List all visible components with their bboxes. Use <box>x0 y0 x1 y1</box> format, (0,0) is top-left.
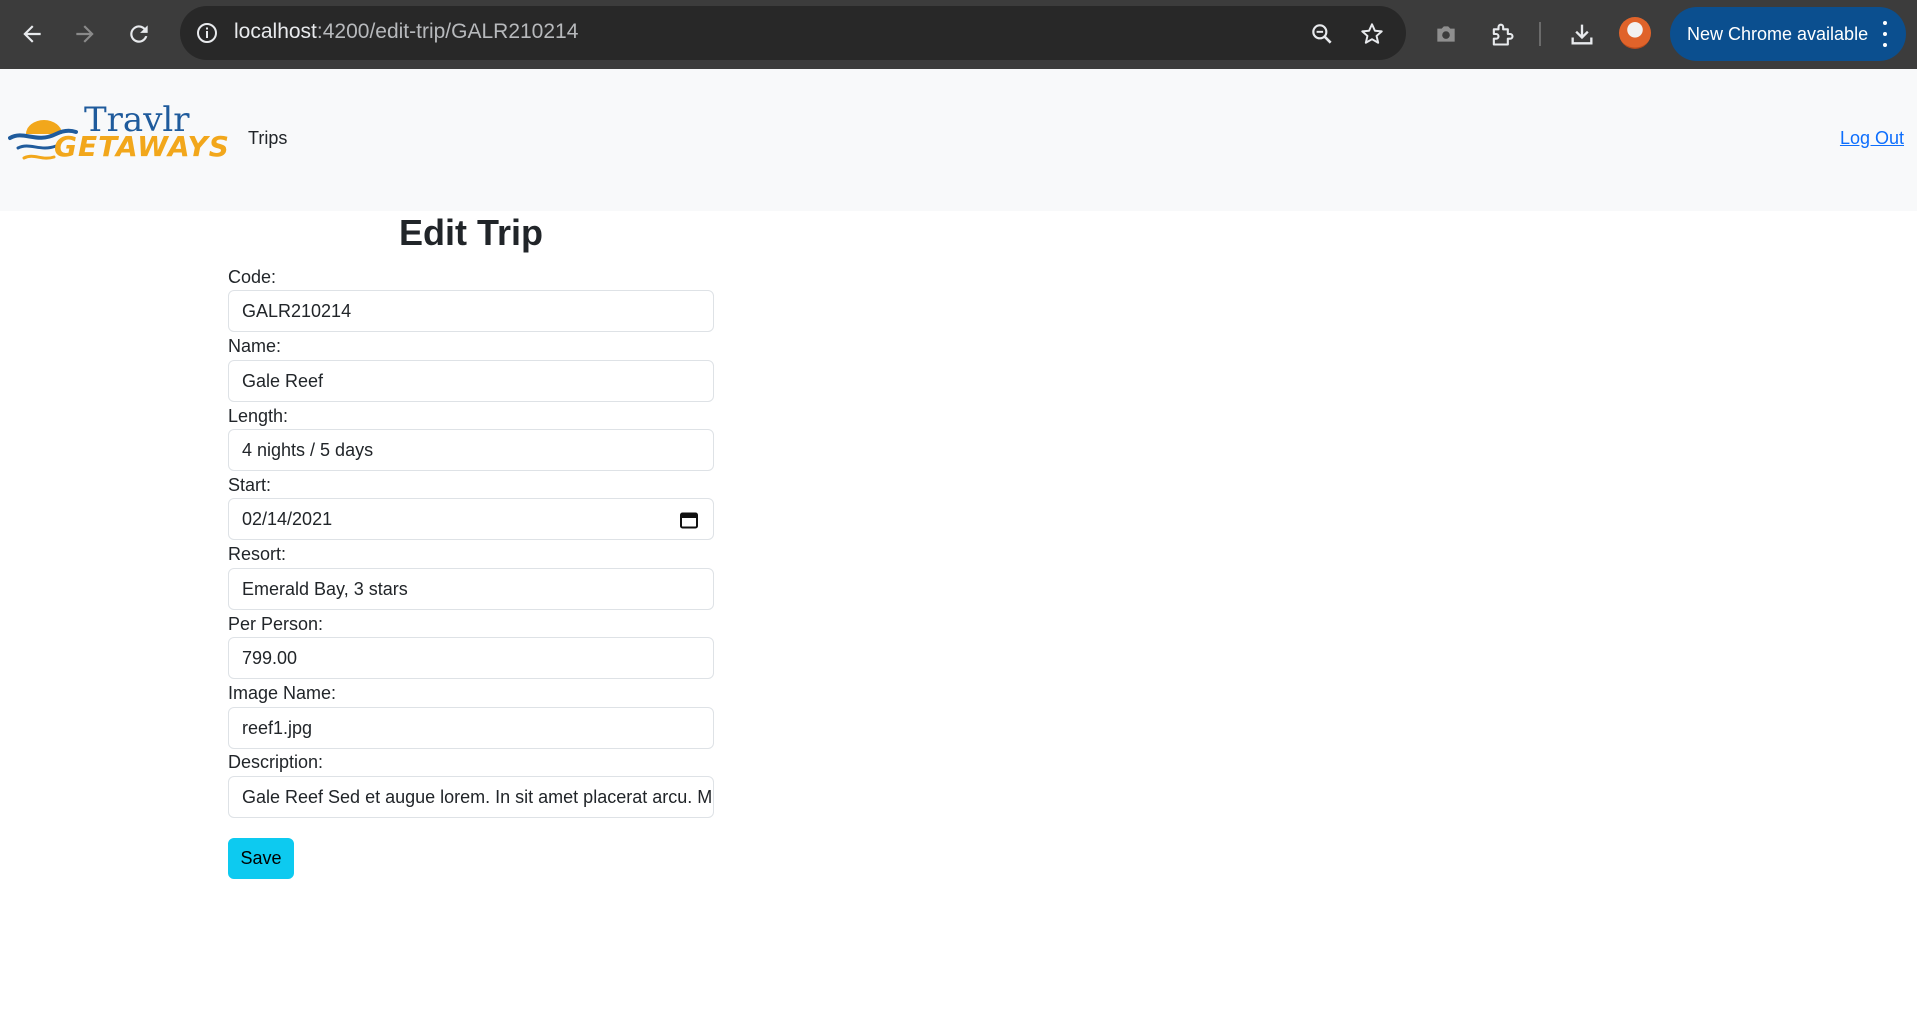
download-icon <box>1571 24 1593 45</box>
more-vert-icon[interactable] <box>1882 21 1888 47</box>
zoom-button[interactable] <box>1307 19 1337 49</box>
url-text[interactable]: localhost:4200/edit-trip/GALR210214 <box>234 20 578 44</box>
travlr-logo[interactable]: Travlr GETAWAYS <box>8 100 229 175</box>
per-person-value: 799.00 <box>242 647 298 668</box>
code-value: GALR210214 <box>242 300 352 321</box>
per-person-input[interactable]: 799.00 <box>228 637 714 679</box>
calendar-icon[interactable] <box>679 510 699 530</box>
description-value: Gale Reef Sed et augue lorem. In sit ame… <box>242 786 713 807</box>
star-icon <box>1361 23 1383 44</box>
chrome-update-button[interactable]: New Chrome available <box>1670 7 1906 61</box>
length-value: 4 nights / 5 days <box>242 439 374 460</box>
resort-label: Resort: <box>228 544 287 564</box>
site-info-button[interactable] <box>192 18 222 48</box>
description-input[interactable]: Gale Reef Sed et augue lorem. In sit ame… <box>228 776 714 818</box>
start-label: Start: <box>228 475 272 495</box>
profile-avatar[interactable] <box>1619 17 1651 49</box>
code-input[interactable]: GALR210214 <box>228 290 714 332</box>
toolbar-divider <box>1539 22 1541 46</box>
camera-icon <box>1437 26 1455 42</box>
length-label: Length: <box>228 406 289 426</box>
reload-icon <box>130 25 148 43</box>
save-button[interactable]: Save <box>228 838 294 879</box>
downloads-button[interactable] <box>1564 16 1600 52</box>
description-label: Description: <box>228 752 324 772</box>
chrome-update-label: New Chrome available <box>1687 23 1869 44</box>
name-label: Name: <box>228 336 282 356</box>
logout-link[interactable]: Log Out <box>1840 128 1904 149</box>
forward-arrow-icon <box>76 25 94 43</box>
browser-toolbar: localhost:4200/edit-trip/GALR210214 New … <box>0 0 1917 69</box>
page-title: Edit Trip <box>399 212 543 253</box>
extensions-icon <box>1492 23 1514 46</box>
length-input[interactable]: 4 nights / 5 days <box>228 429 714 471</box>
logo-text-getaways: GETAWAYS <box>54 130 230 163</box>
resort-value: Emerald Bay, 3 stars <box>242 578 408 599</box>
image-name-input[interactable]: reef1.jpg <box>228 707 714 749</box>
image-name-label: Image Name: <box>228 683 337 703</box>
start-date-input[interactable]: 02/14/2021 <box>228 498 714 540</box>
forward-button[interactable] <box>65 14 105 54</box>
reload-button[interactable] <box>119 14 159 54</box>
bookmark-button[interactable] <box>1357 19 1387 49</box>
per-person-label: Per Person: <box>228 614 324 634</box>
screenshot-button[interactable] <box>1428 16 1464 52</box>
zoom-icon <box>1312 24 1332 44</box>
code-label: Code: <box>228 267 277 287</box>
name-value: Gale Reef <box>242 370 324 391</box>
extensions-button[interactable] <box>1484 16 1520 52</box>
info-icon <box>197 23 217 43</box>
resort-input[interactable]: Emerald Bay, 3 stars <box>228 568 714 610</box>
url-host: localhost <box>234 20 317 43</box>
nav-link-trips[interactable]: Trips <box>248 128 287 149</box>
back-button[interactable] <box>12 14 52 54</box>
app-navbar <box>0 69 1917 211</box>
back-arrow-icon <box>23 25 41 43</box>
address-bar[interactable]: localhost:4200/edit-trip/GALR210214 <box>180 6 1406 60</box>
start-value: 02/14/2021 <box>242 508 333 529</box>
url-path: :4200/edit-trip/GALR210214 <box>316 20 579 43</box>
name-input[interactable]: Gale Reef <box>228 360 714 402</box>
image-name-value: reef1.jpg <box>242 717 313 738</box>
